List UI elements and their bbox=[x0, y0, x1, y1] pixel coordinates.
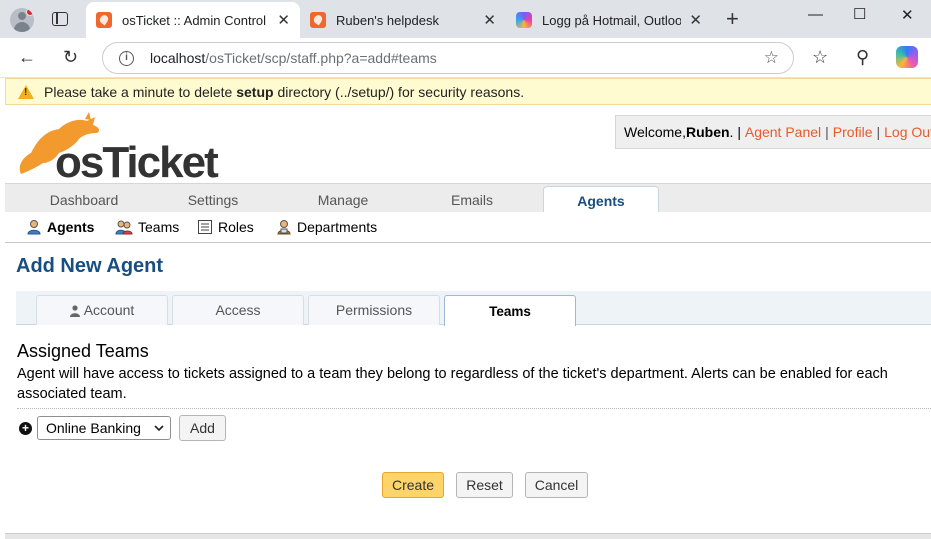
tab-permissions[interactable]: Permissions bbox=[308, 295, 440, 325]
security-warning-banner: Please take a minute to delete setup dir… bbox=[5, 78, 931, 105]
osticket-logo[interactable]: osTicket bbox=[15, 111, 221, 187]
profile-avatar-icon[interactable] bbox=[10, 8, 34, 32]
refresh-icon[interactable]: ↻ bbox=[63, 47, 78, 68]
subnav-roles[interactable]: Roles bbox=[197, 219, 254, 235]
create-button[interactable]: Create bbox=[382, 472, 444, 498]
page-title: Add New Agent bbox=[16, 255, 164, 277]
browser-tab-title: osTicket :: Admin Control Pa bbox=[122, 12, 270, 28]
subnav-label: Roles bbox=[218, 219, 254, 235]
page-header: osTicket Welcome, Ruben. | Agent Panel | P… bbox=[5, 105, 931, 187]
kangaroo-logo-icon: osTicket bbox=[19, 112, 221, 187]
warning-text-bold: setup bbox=[236, 83, 274, 100]
url-host: localhost bbox=[150, 50, 206, 66]
browser-tab-title: Ruben's helpdesk bbox=[336, 12, 439, 28]
copilot-icon[interactable] bbox=[896, 46, 918, 68]
osticket-favicon-icon bbox=[310, 12, 326, 28]
warning-text-pre: Please take a minute to delete bbox=[44, 83, 233, 100]
url-input[interactable]: i localhost/osTicket/scp/staff.php?a=add… bbox=[102, 42, 794, 74]
profile-link[interactable]: Profile bbox=[833, 124, 873, 140]
welcome-separator: . | bbox=[729, 124, 741, 140]
section-title: Assigned Teams bbox=[17, 341, 149, 361]
browser-tab-hotmail[interactable]: Logg på Hotmail, Outlook, M ✕ bbox=[506, 2, 712, 38]
nav-tab-emails[interactable]: Emails bbox=[405, 184, 539, 213]
add-team-button[interactable]: Add bbox=[179, 415, 226, 441]
tab-teams[interactable]: Teams bbox=[444, 295, 576, 326]
agent-panel-link[interactable]: Agent Panel bbox=[745, 124, 821, 140]
back-arrow-icon[interactable]: ← bbox=[18, 47, 36, 68]
team-select[interactable]: Online Banking bbox=[37, 416, 171, 440]
nav-tab-dashboard[interactable]: Dashboard bbox=[13, 184, 155, 213]
osticket-favicon-icon bbox=[96, 12, 112, 28]
logo-text: osTicket bbox=[55, 138, 219, 179]
subnav-teams[interactable]: Teams bbox=[115, 219, 179, 235]
nav-tab-agents[interactable]: Agents bbox=[543, 186, 659, 214]
tab-access[interactable]: Access bbox=[172, 295, 304, 325]
close-tab-icon[interactable]: ✕ bbox=[689, 11, 702, 29]
close-tab-icon[interactable]: ✕ bbox=[483, 11, 496, 29]
address-bar: ← ↻ i localhost/osTicket/scp/staff.php?a… bbox=[0, 38, 931, 78]
footer-divider bbox=[5, 533, 931, 539]
minimize-icon[interactable]: — bbox=[808, 6, 823, 23]
user-icon bbox=[69, 305, 80, 318]
tab-account[interactable]: Account bbox=[36, 295, 168, 325]
browser-tab-strip: osTicket :: Admin Control Pa ✕ Ruben's h… bbox=[0, 0, 931, 38]
logout-link[interactable]: Log Out bbox=[884, 124, 931, 140]
close-window-icon[interactable]: ✕ bbox=[901, 6, 914, 24]
subnav-label: Teams bbox=[138, 219, 180, 235]
tab-actions-icon[interactable] bbox=[52, 12, 68, 26]
departments-icon bbox=[277, 220, 291, 235]
plus-circle-icon: + bbox=[19, 421, 32, 435]
welcome-prefix: Welcome, bbox=[624, 124, 686, 140]
subnav-agents[interactable]: Agents bbox=[26, 219, 94, 235]
welcome-user: Ruben bbox=[685, 124, 730, 140]
add-team-row: + Online Banking Add bbox=[19, 415, 226, 441]
favorite-star-icon[interactable]: ☆ bbox=[764, 48, 779, 68]
favorites-list-icon[interactable]: ☆ bbox=[812, 47, 828, 68]
maximize-icon[interactable]: ☐ bbox=[853, 5, 866, 23]
main-nav: Dashboard Settings Manage Emails Agents bbox=[5, 183, 931, 214]
main-content: Add New Agent Account Access Permissions… bbox=[5, 243, 931, 533]
browser-tab-title: Logg på Hotmail, Outlook, M bbox=[542, 12, 682, 28]
form-tab-bar: Account Access Permissions Teams bbox=[16, 291, 931, 326]
nav-tab-manage[interactable]: Manage bbox=[275, 184, 411, 213]
agent-icon bbox=[27, 220, 41, 235]
cancel-button[interactable]: Cancel bbox=[525, 472, 588, 498]
section-description: Agent will have access to tickets assign… bbox=[17, 364, 931, 409]
tab-label: Account bbox=[83, 302, 135, 318]
warning-icon bbox=[18, 84, 34, 99]
url-path: /osTicket/scp/staff.php?a=add#teams bbox=[205, 50, 437, 66]
roles-icon bbox=[198, 220, 212, 234]
chevron-down-icon bbox=[154, 424, 164, 431]
extensions-icon[interactable]: ⚲ bbox=[856, 47, 869, 68]
subnav-label: Agents bbox=[47, 219, 95, 235]
site-info-icon[interactable]: i bbox=[119, 50, 134, 66]
reset-button[interactable]: Reset bbox=[456, 472, 513, 498]
warning-text-post: directory (../setup/) for security reaso… bbox=[277, 83, 525, 100]
sub-nav: Agents Teams Roles Departments bbox=[5, 212, 931, 243]
new-tab-icon[interactable]: + bbox=[726, 8, 739, 30]
team-select-value: Online Banking bbox=[46, 420, 141, 436]
microsoft-favicon-icon bbox=[516, 12, 532, 28]
welcome-box: Welcome, Ruben. | Agent Panel | Profile | Lo… bbox=[615, 115, 931, 149]
close-tab-icon[interactable]: ✕ bbox=[277, 11, 290, 29]
subnav-label: Departments bbox=[297, 219, 378, 235]
teams-icon bbox=[115, 220, 133, 235]
browser-tab-admin[interactable]: osTicket :: Admin Control Pa ✕ bbox=[86, 2, 300, 38]
nav-tab-settings[interactable]: Settings bbox=[145, 184, 281, 213]
subnav-departments[interactable]: Departments bbox=[276, 219, 377, 235]
browser-tab-helpdesk[interactable]: Ruben's helpdesk ✕ bbox=[300, 2, 506, 38]
